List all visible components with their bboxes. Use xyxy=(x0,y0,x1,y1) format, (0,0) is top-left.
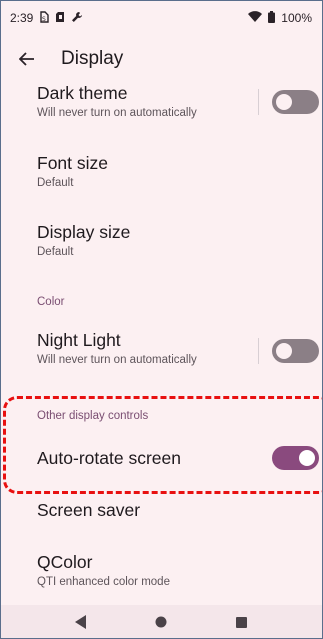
night-light-switch[interactable] xyxy=(272,339,319,363)
qcolor-summary: QTI enhanced color mode xyxy=(37,576,170,588)
divider xyxy=(258,89,259,115)
nav-home-button[interactable] xyxy=(146,607,176,637)
setting-auto-rotate[interactable]: Auto-rotate screen xyxy=(1,446,322,470)
screen-saver-label: Screen saver xyxy=(37,500,141,520)
svg-text:S: S xyxy=(42,16,46,23)
page-title: Display xyxy=(61,48,124,69)
back-triangle-icon xyxy=(75,615,87,629)
setting-font-size[interactable]: Font size Default xyxy=(1,153,322,189)
back-button[interactable] xyxy=(1,35,53,83)
section-header-color: Color xyxy=(37,296,65,308)
status-right: 100% xyxy=(248,10,312,26)
setting-screen-saver[interactable]: Screen saver xyxy=(1,500,322,521)
setting-display-size[interactable]: Display size Default xyxy=(1,222,322,258)
wrench-icon xyxy=(71,11,83,26)
section-header-other-display-controls: Other display controls xyxy=(37,410,149,422)
divider xyxy=(258,338,259,364)
display-size-label: Display size xyxy=(37,222,131,242)
display-size-summary: Default xyxy=(37,246,74,258)
font-size-label: Font size xyxy=(37,153,108,173)
battery-percent: 100% xyxy=(281,11,312,25)
nav-recents-button[interactable] xyxy=(227,607,257,637)
setting-dark-theme[interactable]: Dark theme Will never turn on automatica… xyxy=(1,83,322,119)
arrow-back-icon xyxy=(19,52,34,66)
switch-thumb xyxy=(276,343,292,359)
auto-rotate-switch[interactable] xyxy=(272,446,319,470)
nav-back-button[interactable] xyxy=(66,607,96,637)
sim-icon: S xyxy=(39,10,50,26)
app-bar: Display xyxy=(1,35,322,83)
switch-thumb xyxy=(299,450,315,466)
switch-thumb xyxy=(276,94,292,110)
setting-qcolor[interactable]: QColor QTI enhanced color mode xyxy=(1,552,322,588)
wifi-icon xyxy=(248,10,263,26)
setting-night-light[interactable]: Night Light Will never turn on automatic… xyxy=(1,330,322,366)
status-bar: 2:39 S 100% xyxy=(1,1,322,35)
status-time: 2:39 xyxy=(10,11,34,25)
sd-card-icon xyxy=(55,11,65,26)
qcolor-label: QColor xyxy=(37,552,93,572)
font-size-summary: Default xyxy=(37,177,74,189)
navigation-bar xyxy=(1,605,322,638)
status-left: 2:39 S xyxy=(10,10,83,26)
recents-square-icon xyxy=(236,616,248,628)
home-circle-icon xyxy=(155,616,167,628)
battery-icon xyxy=(268,10,276,26)
dark-theme-switch[interactable] xyxy=(272,90,319,114)
device-screen: 2:39 S 100% Display Dark theme Will neve… xyxy=(0,0,323,639)
